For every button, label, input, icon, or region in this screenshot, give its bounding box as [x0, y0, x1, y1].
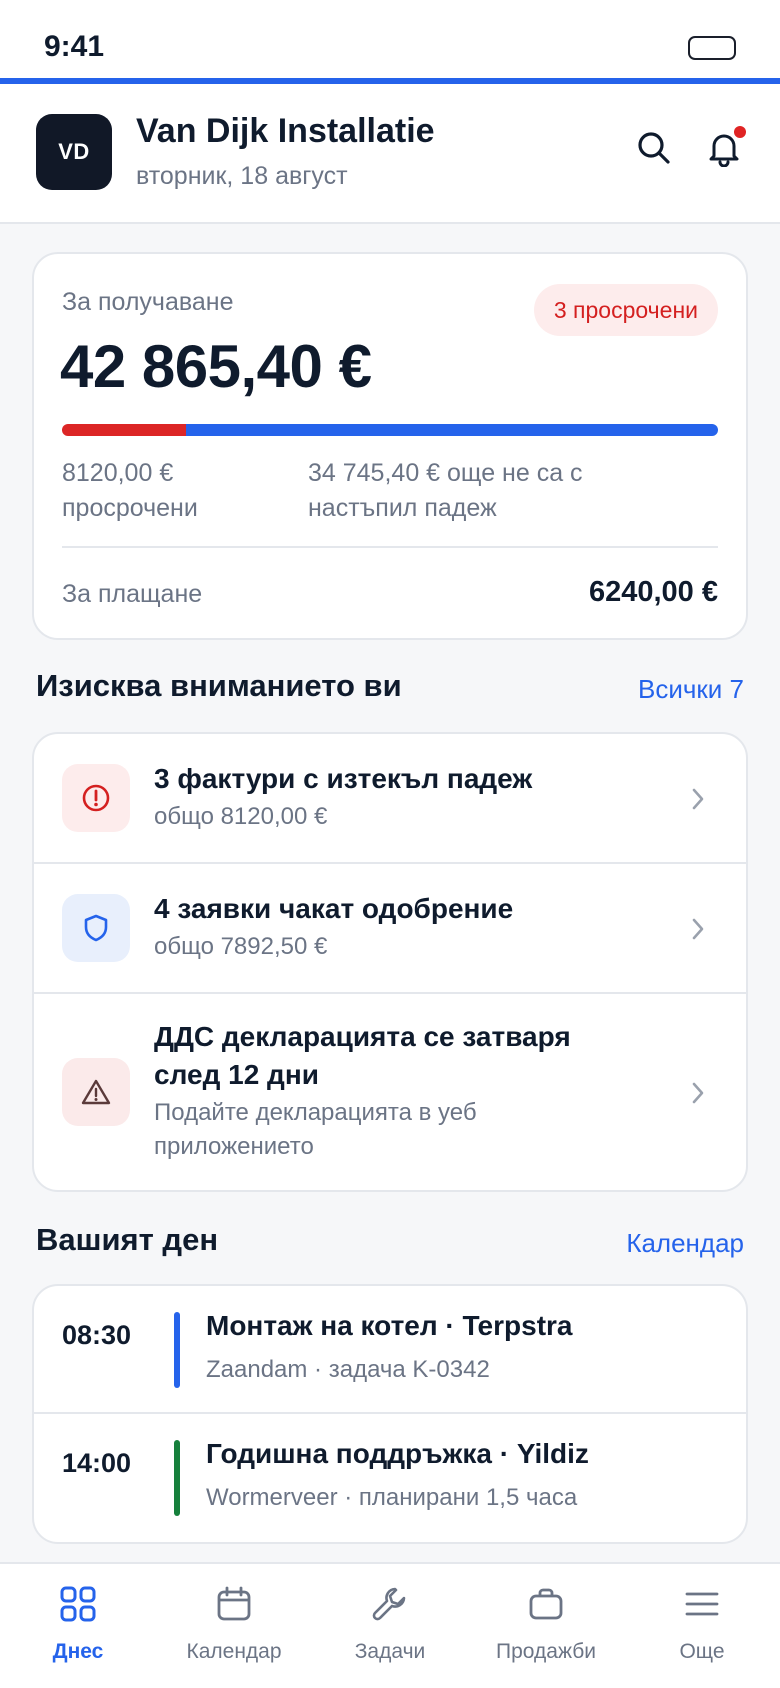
status-time: 9:41 [44, 30, 105, 63]
not-due-legend: 34 745,40 € още не са с настъпил падеж [308, 459, 583, 522]
attention-item-title: 4 заявки чакат одобрение [154, 893, 514, 924]
bottom-nav: Днес Календар Задачи Продажби Още [0, 1562, 780, 1688]
chevron-right-icon [686, 1078, 710, 1108]
nav-item-calendar[interactable]: Календар [156, 1584, 312, 1664]
attention-item-subtitle: общо 7892,50 € [154, 933, 328, 960]
nav-label: Продажби [496, 1640, 596, 1663]
nav-item-sales[interactable]: Продажби [468, 1584, 624, 1664]
divider [62, 546, 718, 548]
attention-item-overdue-invoices[interactable]: 3 фактури с изтекъл падеж общо 8120,00 € [34, 734, 746, 864]
event-color-bar [174, 1440, 180, 1516]
attention-item-pending-approvals[interactable]: 4 заявки чакат одобрение общо 7892,50 € [34, 864, 746, 994]
event-title: Годишна поддръжка · Yildiz [206, 1438, 589, 1469]
search-icon[interactable] [632, 126, 676, 170]
event-title: Монтаж на котел · Terpstra [206, 1310, 573, 1341]
company-name: Van Dijk Installatie [136, 112, 435, 150]
nav-label: Още [679, 1640, 725, 1663]
notification-dot [734, 126, 746, 138]
receivables-card[interactable]: За получаване 42 865,40 € 3 просрочени 8… [32, 252, 748, 640]
event-time: 08:30 [62, 1320, 132, 1350]
nav-item-tasks[interactable]: Задачи [312, 1584, 468, 1664]
grid-icon [58, 1584, 98, 1624]
attention-item-subtitle: Подайте декларацията в уеб приложението [154, 1099, 477, 1160]
attention-item-title: 3 фактури с изтекъл падеж [154, 763, 533, 794]
attention-all-link[interactable]: Всички 7 [638, 674, 744, 705]
payable-amount: 6240,00 € [588, 576, 718, 608]
overdue-legend: 8120,00 € просрочени [62, 459, 198, 522]
overdue-badge[interactable]: 3 просрочени [533, 284, 718, 336]
event-subtitle: Wormerveer · планирани 1,5 часа [206, 1484, 578, 1511]
wrench-icon [370, 1584, 410, 1624]
shield-icon [62, 894, 130, 962]
event-row[interactable]: 08:30 Монтаж на котел · Terpstra Zaandam… [34, 1286, 746, 1414]
chevron-right-icon [686, 784, 710, 814]
alert-circle-icon [62, 764, 130, 832]
app-header: VD Van Dijk Installatie вторник, 18 авгу… [0, 84, 780, 224]
receivables-amount: 42 865,40 € [60, 333, 372, 400]
calendar-link[interactable]: Календар [626, 1228, 744, 1259]
event-row[interactable]: 14:00 Годишна поддръжка · Yildiz Wormerv… [34, 1414, 746, 1542]
attention-item-title: ДДС декларацията се затваря след 12 дни [154, 1021, 571, 1090]
receivables-progress-bar [62, 424, 718, 436]
status-bar: 9:41 [0, 0, 780, 80]
attention-list: 3 фактури с изтекъл падеж общо 8120,00 €… [32, 732, 748, 1192]
avatar[interactable]: VD [36, 114, 112, 190]
payable-label: За плащане [62, 580, 203, 608]
calendar-icon [214, 1584, 254, 1624]
event-color-bar [174, 1312, 180, 1388]
overdue-segment [62, 424, 186, 436]
day-title: Вашият ден [36, 1222, 219, 1257]
event-time: 14:00 [62, 1448, 132, 1478]
nav-label: Задачи [354, 1640, 426, 1663]
warning-triangle-icon [62, 1058, 130, 1126]
nav-item-more[interactable]: Още [624, 1584, 780, 1664]
receivables-label: За получаване [62, 288, 234, 316]
attention-title: Изисква вниманието ви [36, 668, 402, 703]
nav-item-today[interactable]: Днес [0, 1584, 156, 1664]
battery-icon [688, 36, 736, 60]
day-schedule: 08:30 Монтаж на котел · Terpstra Zaandam… [32, 1284, 748, 1544]
briefcase-icon [526, 1584, 566, 1624]
chevron-right-icon [686, 914, 710, 944]
menu-icon [682, 1584, 722, 1624]
nav-label: Днес [52, 1640, 104, 1663]
current-date: вторник, 18 август [136, 162, 348, 190]
not-due-segment [185, 424, 718, 436]
attention-item-subtitle: общо 8120,00 € [154, 803, 328, 830]
bell-icon[interactable] [702, 126, 746, 170]
nav-label: Календар [186, 1640, 282, 1663]
event-subtitle: Zaandam · задача K-0342 [206, 1356, 490, 1383]
attention-item-vat-declaration[interactable]: ДДС декларацията се затваря след 12 дни … [34, 994, 746, 1190]
